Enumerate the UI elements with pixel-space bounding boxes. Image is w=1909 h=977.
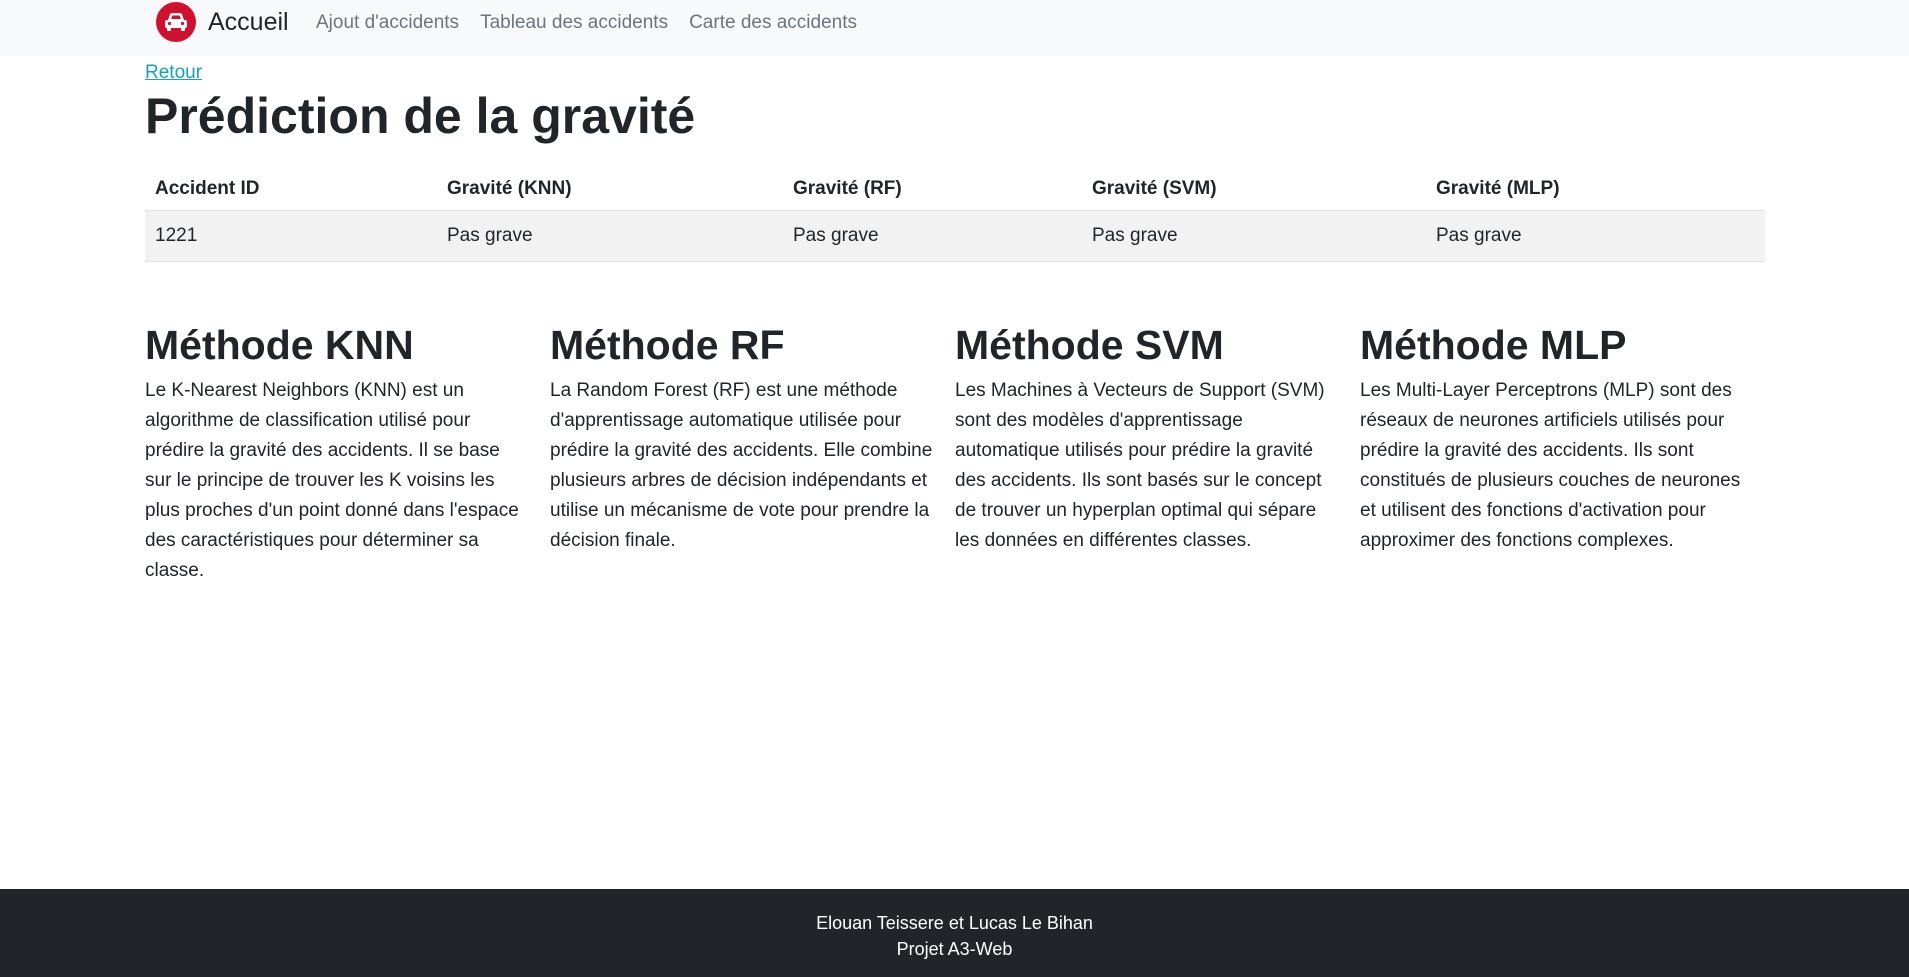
cell-accident-id: 1221 [145, 210, 437, 262]
method-mlp-description: Les Multi-Layer Perceptrons (MLP) sont d… [1360, 380, 1741, 551]
method-svm-description: Les Machines à Vecteurs de Support (SVM)… [955, 380, 1325, 551]
column-header-knn: Gravité (KNN) [437, 164, 783, 211]
column-header-rf: Gravité (RF) [783, 164, 1082, 211]
method-mlp: Méthode MLP Les Multi-Layer Perceptrons … [1360, 320, 1765, 586]
car-icon [156, 2, 196, 42]
method-mlp-title: Méthode MLP [1360, 322, 1627, 368]
nav-link-carte-accidents[interactable]: Carte des accidents [689, 10, 857, 36]
column-header-mlp: Gravité (MLP) [1426, 164, 1765, 211]
footer-project: Projet A3-Web [896, 939, 1013, 959]
method-knn: Méthode KNN Le K-Nearest Neighbors (KNN)… [145, 320, 550, 586]
methods-section: Méthode KNN Le K-Nearest Neighbors (KNN)… [145, 320, 1765, 586]
prediction-table: Accident ID Gravité (KNN) Gravité (RF) G… [145, 164, 1765, 262]
nav-links: Ajout d'accidents Tableau des accidents … [316, 10, 878, 36]
page-title: Prédiction de la gravité [145, 88, 696, 144]
method-knn-title: Méthode KNN [145, 322, 414, 368]
column-header-accident-id: Accident ID [145, 164, 437, 211]
brand-label: Accueil [208, 7, 289, 36]
footer-authors: Elouan Teissere et Lucas Le Bihan [816, 913, 1093, 933]
cell-gravite-mlp: Pas grave [1426, 210, 1765, 262]
table-row: 1221 Pas grave Pas grave Pas grave Pas g… [145, 210, 1765, 262]
cell-gravite-svm: Pas grave [1082, 210, 1426, 262]
method-svm-title: Méthode SVM [955, 322, 1224, 368]
brand-home-link[interactable]: Accueil [156, 2, 289, 42]
method-rf: Méthode RF La Random Forest (RF) est une… [550, 320, 955, 586]
column-header-svm: Gravité (SVM) [1082, 164, 1426, 211]
back-link[interactable]: Retour [145, 60, 202, 86]
nav-link-tableau-accidents[interactable]: Tableau des accidents [480, 10, 668, 36]
cell-gravite-knn: Pas grave [437, 210, 783, 262]
cell-gravite-rf: Pas grave [783, 210, 1082, 262]
navbar: Accueil Ajout d'accidents Tableau des ac… [0, 0, 1909, 56]
method-knn-description: Le K-Nearest Neighbors (KNN) est un algo… [145, 380, 519, 581]
method-rf-title: Méthode RF [550, 322, 785, 368]
method-svm: Méthode SVM Les Machines à Vecteurs de S… [955, 320, 1360, 586]
method-rf-description: La Random Forest (RF) est une méthode d'… [550, 380, 933, 551]
nav-link-ajout-accidents[interactable]: Ajout d'accidents [316, 10, 459, 36]
footer: Elouan Teissere et Lucas Le Bihan Projet… [0, 889, 1909, 977]
table-header-row: Accident ID Gravité (KNN) Gravité (RF) G… [145, 164, 1765, 211]
